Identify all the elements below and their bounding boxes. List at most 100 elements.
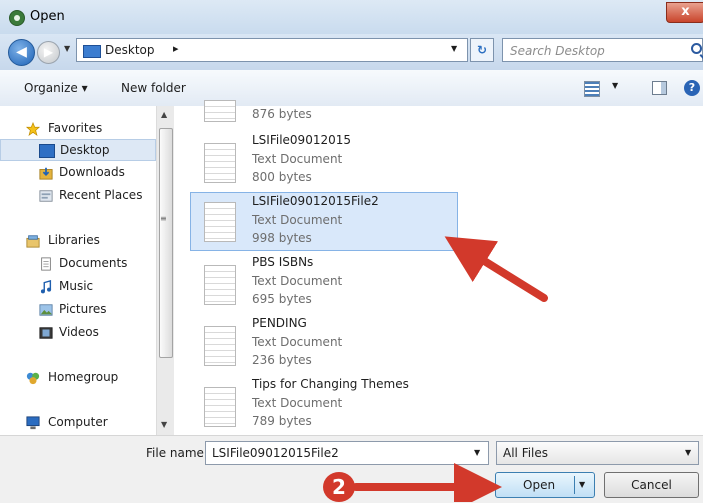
search-icon[interactable] [691, 43, 702, 54]
file-name-label: File name: [146, 446, 208, 460]
sidebar-item-pictures[interactable]: Pictures [0, 299, 156, 321]
videos-icon [39, 327, 53, 339]
text-document-icon [204, 265, 236, 305]
file-size: 789 bytes [252, 414, 312, 428]
file-name-field[interactable]: LSIFile09012015File2 ▼ [205, 441, 489, 465]
sidebar-item-label: Documents [59, 256, 128, 270]
homegroup-icon [26, 372, 40, 385]
file-type: Text Document [252, 396, 343, 410]
app-icon [9, 10, 25, 26]
star-icon [25, 122, 41, 136]
forward-button[interactable]: ▶ [37, 41, 60, 64]
file-type-filter-value: All Files [503, 446, 549, 460]
navigation-pane: Favorites Desktop Downloads Recent Place… [0, 106, 156, 435]
file-name: LSIFile09012015 [252, 133, 351, 147]
desktop-folder-icon [83, 45, 101, 58]
sidebar-item-music[interactable]: Music [0, 276, 156, 298]
file-size: 800 bytes [252, 170, 312, 184]
search-placeholder: Search Desktop [510, 44, 605, 58]
sidebar-item-desktop[interactable]: Desktop [0, 139, 156, 161]
search-input[interactable]: Search Desktop [502, 38, 703, 62]
cancel-button[interactable]: Cancel [604, 472, 699, 498]
file-name: LSIFile09012015File2 [252, 194, 379, 208]
file-size: 695 bytes [252, 292, 312, 306]
file-size: 998 bytes [252, 231, 312, 245]
file-name: PBS ISBNs [252, 255, 314, 269]
sidebar-item-label: Recent Places [59, 188, 143, 202]
change-view-icon[interactable] [584, 81, 600, 97]
list-item[interactable]: Tips for Changing Themes Text Document 7… [190, 377, 458, 436]
documents-icon [41, 257, 51, 271]
close-button[interactable]: x [666, 2, 703, 23]
sidebar-item-documents[interactable]: Documents [0, 253, 156, 275]
recent-places-icon [39, 190, 53, 202]
sidebar-item-label: Pictures [59, 302, 107, 316]
file-type: Text Document [252, 335, 343, 349]
split-divider [574, 476, 575, 494]
text-document-icon [204, 143, 236, 183]
sidebar-item-libraries[interactable]: Libraries [0, 230, 156, 252]
sidebar-item-label: Libraries [48, 233, 100, 247]
file-size: 876 bytes [252, 107, 312, 121]
file-size: 236 bytes [252, 353, 312, 367]
file-name: Tips for Changing Themes [252, 377, 409, 391]
refresh-button[interactable]: ↻ [470, 38, 494, 62]
sidebar-item-label: Videos [59, 325, 99, 339]
sidebar-item-label: Homegroup [48, 370, 119, 384]
preview-pane-icon[interactable] [652, 81, 667, 95]
sidebar-scrollbar[interactable]: ▲ ≡ ▼ [156, 106, 174, 435]
sidebar-item-label: Downloads [59, 165, 125, 179]
address-dropdown-icon[interactable]: ▼ [451, 44, 457, 53]
address-bar[interactable]: Desktop ▸ ▼ [76, 38, 468, 62]
filter-dropdown-icon[interactable]: ▼ [685, 448, 691, 457]
list-item-selected[interactable]: LSIFile09012015File2 Text Document 998 b… [190, 192, 458, 251]
file-type-filter[interactable]: All Files ▼ [496, 441, 699, 465]
desktop-icon [39, 144, 55, 158]
file-name-value[interactable]: LSIFile09012015File2 [212, 446, 339, 460]
sidebar-item-label: Desktop [60, 143, 110, 157]
scroll-up-arrow-icon[interactable]: ▲ [161, 110, 167, 119]
file-name: PENDING [252, 316, 307, 330]
file-type: Text Document [252, 274, 343, 288]
file-name-dropdown-icon[interactable]: ▼ [474, 448, 480, 457]
new-folder-button[interactable]: New folder [121, 81, 186, 95]
text-document-icon [204, 100, 236, 122]
text-document-icon [204, 326, 236, 366]
music-icon [40, 280, 52, 294]
file-type: Text Document [252, 152, 343, 166]
step-number-badge: 2 [323, 472, 355, 502]
sidebar-item-downloads[interactable]: Downloads [0, 162, 156, 184]
window-title: Open [30, 9, 65, 24]
sidebar-item-videos[interactable]: Videos [0, 322, 156, 344]
scroll-down-arrow-icon[interactable]: ▼ [161, 420, 167, 429]
help-icon[interactable]: ? [684, 80, 700, 96]
list-item[interactable]: PENDING Text Document 236 bytes [190, 316, 458, 375]
pictures-icon [39, 304, 53, 316]
sidebar-item-label: Favorites [48, 121, 103, 135]
recent-pages-dropdown-icon[interactable]: ▼ [64, 44, 70, 53]
open-options-dropdown-icon[interactable]: ▼ [579, 480, 585, 489]
text-document-icon [204, 387, 236, 427]
computer-icon [26, 416, 40, 430]
address-location[interactable]: Desktop [105, 43, 155, 57]
organize-button[interactable]: Organize ▾ [24, 81, 88, 95]
back-button[interactable]: ◀ [8, 39, 35, 66]
scrollbar-thumb[interactable] [159, 128, 173, 358]
open-button[interactable]: Open ▼ [495, 472, 595, 498]
sidebar-item-label: Music [59, 279, 94, 293]
list-item[interactable]: PBS ISBNs Text Document 695 bytes [190, 255, 458, 314]
title-bar [0, 0, 703, 34]
sidebar-item-label: Computer [48, 415, 108, 429]
sidebar-item-recent-places[interactable]: Recent Places [0, 185, 156, 207]
sidebar-item-favorites[interactable]: Favorites [0, 118, 156, 140]
sidebar-item-computer[interactable]: Computer [0, 412, 156, 434]
view-options-dropdown-icon[interactable]: ▼ [612, 81, 618, 90]
libraries-icon [26, 235, 40, 248]
downloads-icon [39, 167, 53, 180]
sidebar-item-homegroup[interactable]: Homegroup [0, 367, 156, 389]
file-type: Text Document [252, 213, 343, 227]
breadcrumb-chevron-icon[interactable]: ▸ [173, 42, 179, 55]
list-item[interactable]: LSIFile09012015 Text Document 800 bytes [190, 133, 458, 192]
text-document-icon [204, 202, 236, 242]
scroll-grip-icon: ≡ [160, 214, 167, 223]
